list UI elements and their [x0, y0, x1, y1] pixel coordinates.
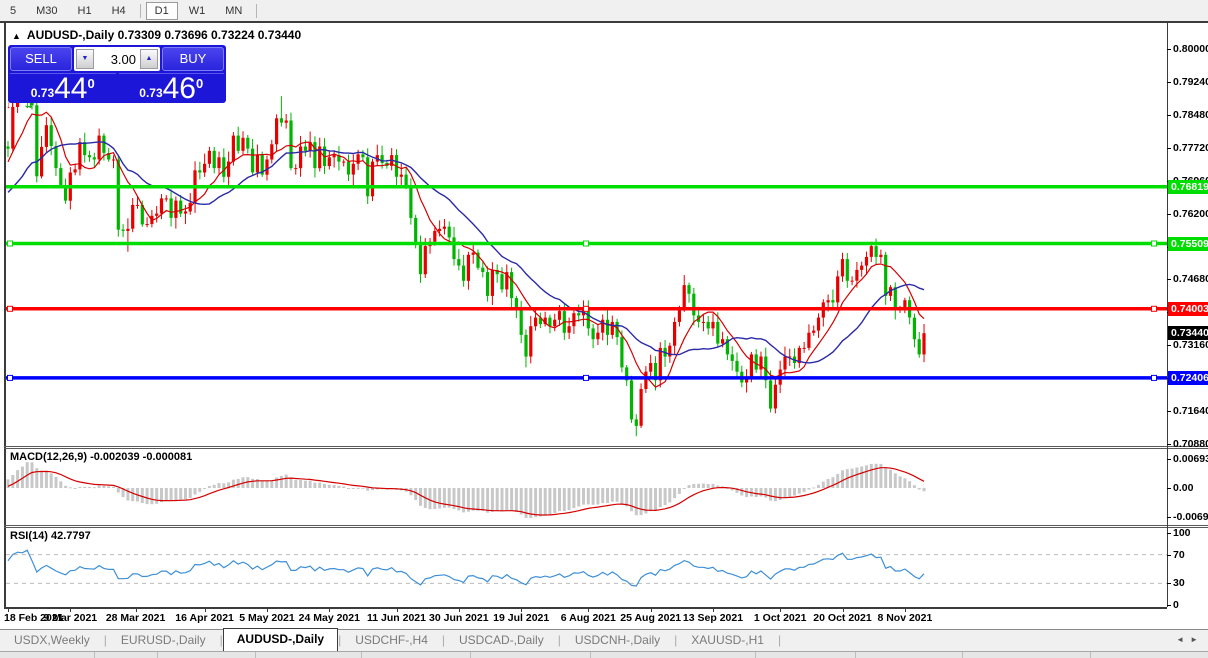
- sell-button[interactable]: SELL: [10, 47, 72, 71]
- rsi-label: RSI(14) 42.7797: [10, 530, 91, 542]
- level-price-chip: 0.74003: [1168, 302, 1208, 316]
- macd-label: MACD(12,26,9) -0.002039 -0.000081: [10, 451, 192, 463]
- sell-price-big: 44: [54, 75, 87, 103]
- sell-price-small: 0.73: [31, 86, 54, 100]
- one-click-trade-panel: SELL ▼ ▲ BUY 0.73440 0.73460: [8, 45, 226, 103]
- terminal-window: 5M30H1H4D1W1MN ▲AUDUSD-,Daily 0.73309 0.…: [0, 0, 1208, 658]
- volume-input[interactable]: [94, 49, 140, 69]
- volume-decrease-button[interactable]: ▼: [76, 49, 94, 69]
- buy-price-big: 46: [163, 75, 196, 103]
- level-price-chip: 0.76819: [1168, 180, 1208, 194]
- buy-button[interactable]: BUY: [162, 47, 224, 71]
- buy-price-pip: 0: [196, 76, 203, 91]
- volume-increase-button[interactable]: ▲: [140, 49, 158, 69]
- bid-price-chip: 0.73440: [1168, 326, 1208, 340]
- buy-price-display[interactable]: 0.73460: [119, 73, 225, 103]
- level-price-chip: 0.75509: [1168, 237, 1208, 251]
- level-price-chip: 0.72406: [1168, 371, 1208, 385]
- buy-price-small: 0.73: [139, 86, 162, 100]
- sell-price-pip: 0: [88, 76, 95, 91]
- sell-price-display[interactable]: 0.73440: [10, 73, 116, 103]
- volume-spinner: ▼ ▲: [74, 47, 160, 71]
